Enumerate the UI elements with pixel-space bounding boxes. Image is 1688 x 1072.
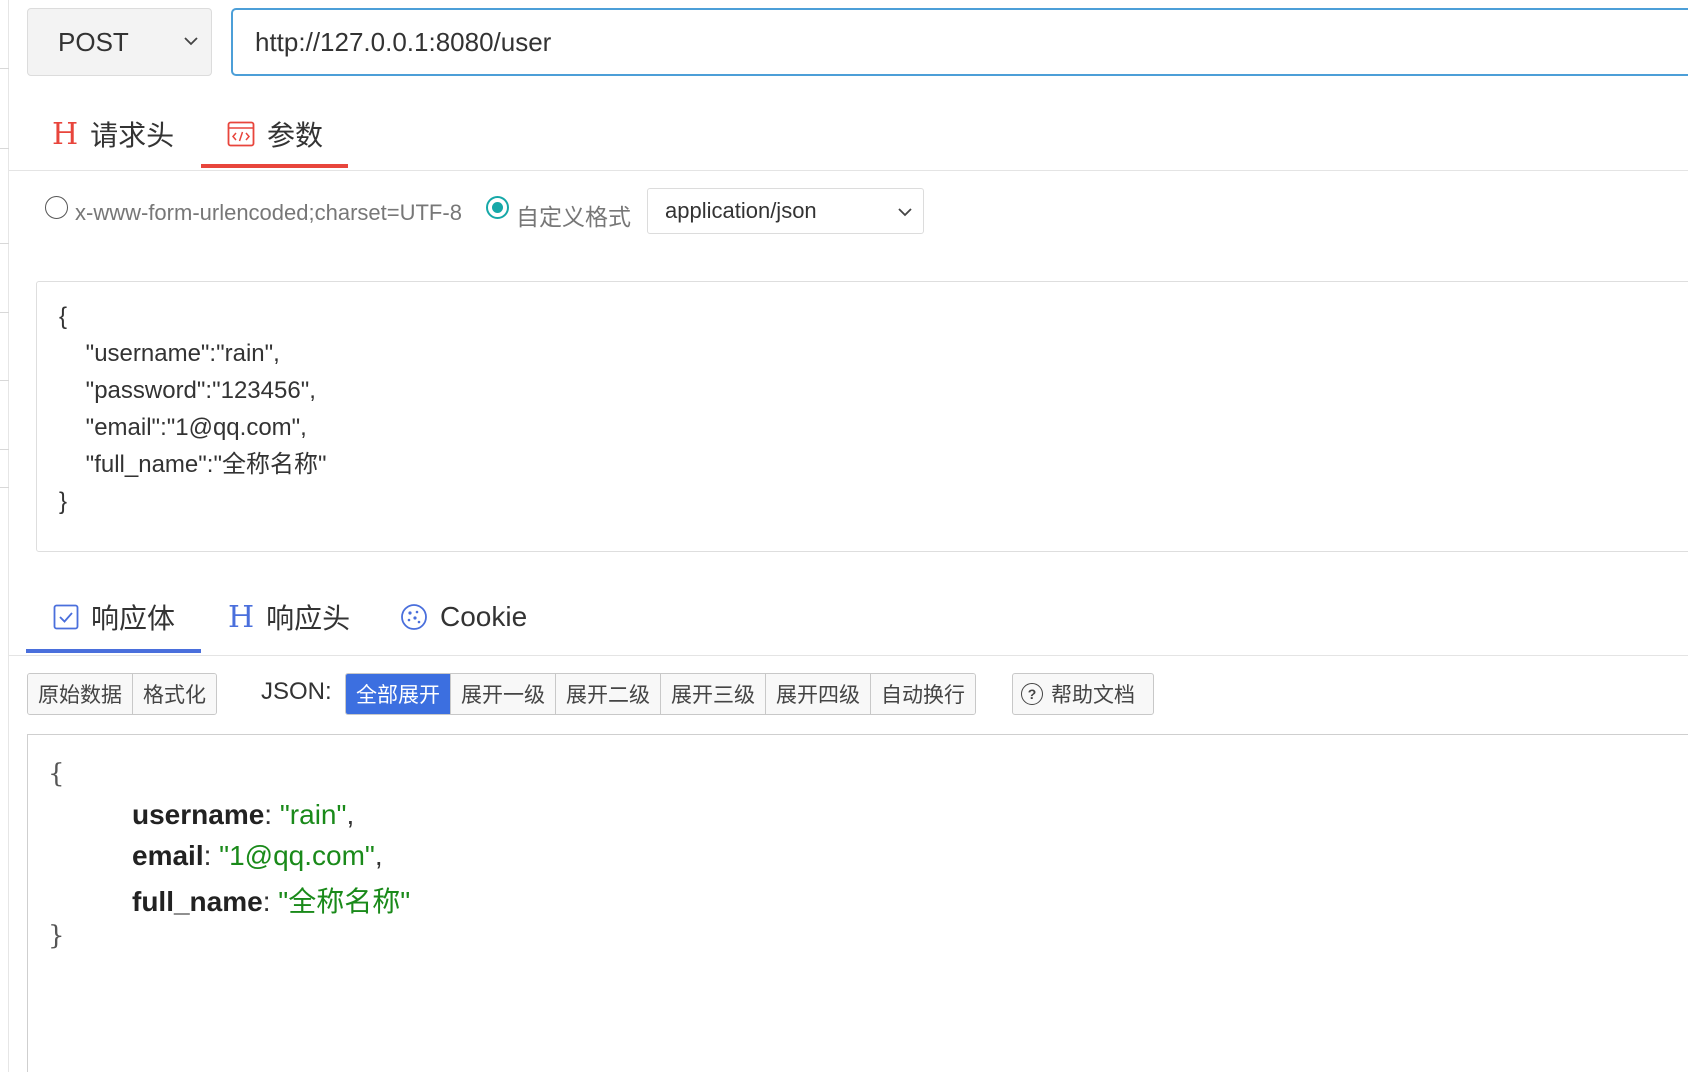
rail-divider [0,449,9,450]
radio-custom-format[interactable] [486,196,509,219]
url-input[interactable]: http://127.0.0.1:8080/user [231,8,1688,76]
tab-label: 请求头 [90,120,175,151]
help-docs-button[interactable]: ? 帮助文档 [1012,673,1154,715]
json-open-brace: { [48,759,65,789]
response-tabs: 响应体 H 响应头 Cookie [9,585,1688,656]
code-line: { [59,303,68,330]
json-sep: , [374,840,383,871]
json-key: email [132,840,204,871]
tab-params[interactable]: 参数 [227,102,323,166]
json-key: username [132,799,265,830]
json-value: "1@qq.com" [219,840,375,871]
radio-custom-format-label: 自定义格式 [516,204,631,230]
code-line: "full_name":"全称名称" [59,451,327,478]
code-line: } [59,488,68,515]
rail-divider [0,148,9,149]
json-entry: username: "rain", [132,799,355,830]
tab-label: 响应头 [266,603,351,634]
method-value: POST [58,26,129,57]
expand-level-3-button[interactable]: 展开三级 [661,674,766,714]
json-expand-group: 全部展开 展开一级 展开二级 展开三级 展开四级 自动换行 [345,673,976,715]
rail-divider [0,487,9,488]
expand-level-2-button[interactable]: 展开二级 [556,674,661,714]
rail-divider [0,312,9,313]
expand-all-button[interactable]: 全部展开 [346,674,451,714]
json-label: JSON: [261,678,332,705]
word-wrap-button[interactable]: 自动换行 [871,674,975,714]
method-select[interactable]: POST [27,8,212,76]
tab-request-headers[interactable]: H 请求头 [52,102,174,166]
radio-urlencoded-label: x-www-form-urlencoded;charset=UTF-8 [75,200,462,225]
code-line: "username":"rain", [59,340,280,367]
chevron-down-icon [184,37,198,46]
rail-divider [0,243,9,244]
json-close-brace: } [48,921,65,951]
expand-level-1-button[interactable]: 展开一级 [451,674,556,714]
h-header-icon: H [52,116,79,152]
help-docs-label: 帮助文档 [1051,684,1135,707]
tab-response-headers[interactable]: H 响应头 [228,585,350,649]
rail-divider [0,380,9,381]
checkbox-icon [53,604,79,630]
content-type-value: application/json [665,198,817,223]
json-sep: , [346,799,355,830]
tab-cookie[interactable]: Cookie [400,585,527,649]
view-mode-group: 原始数据 格式化 [27,673,217,715]
code-window-icon [227,121,255,147]
h-header-icon: H [228,599,255,635]
radio-urlencoded[interactable] [45,196,68,219]
tab-label: Cookie [440,601,528,632]
json-entry: full_name: "全称名称" [132,886,411,917]
content-type-select[interactable]: application/json [647,188,924,234]
tab-label: 参数 [267,120,324,151]
rail-divider [0,68,9,69]
code-line: "email":"1@qq.com", [59,414,307,441]
request-body-editor[interactable]: { "username":"rain", "password":"123456"… [36,281,1688,552]
request-tabs: H 请求头 参数 [9,100,1688,171]
code-line: "password":"123456", [59,377,316,404]
response-body-viewer: { username: "rain", email: "1@qq.com", f… [27,734,1688,1072]
url-value: http://127.0.0.1:8080/user [255,26,552,57]
chevron-down-icon [898,208,912,217]
active-tab-indicator [26,649,201,653]
cookie-icon [401,604,427,630]
left-panel-edge [0,0,9,1072]
question-icon: ? [1021,683,1043,705]
expand-level-4-button[interactable]: 展开四级 [766,674,871,714]
active-tab-indicator [201,164,348,168]
tab-response-body[interactable]: 响应体 [53,585,175,649]
json-key: full_name [132,886,263,917]
format-button[interactable]: 格式化 [133,674,216,714]
json-entry: email: "1@qq.com", [132,840,383,871]
raw-data-button[interactable]: 原始数据 [28,674,133,714]
json-value: "rain" [279,799,347,830]
tab-label: 响应体 [91,603,176,634]
json-value: "全称名称" [278,886,411,917]
